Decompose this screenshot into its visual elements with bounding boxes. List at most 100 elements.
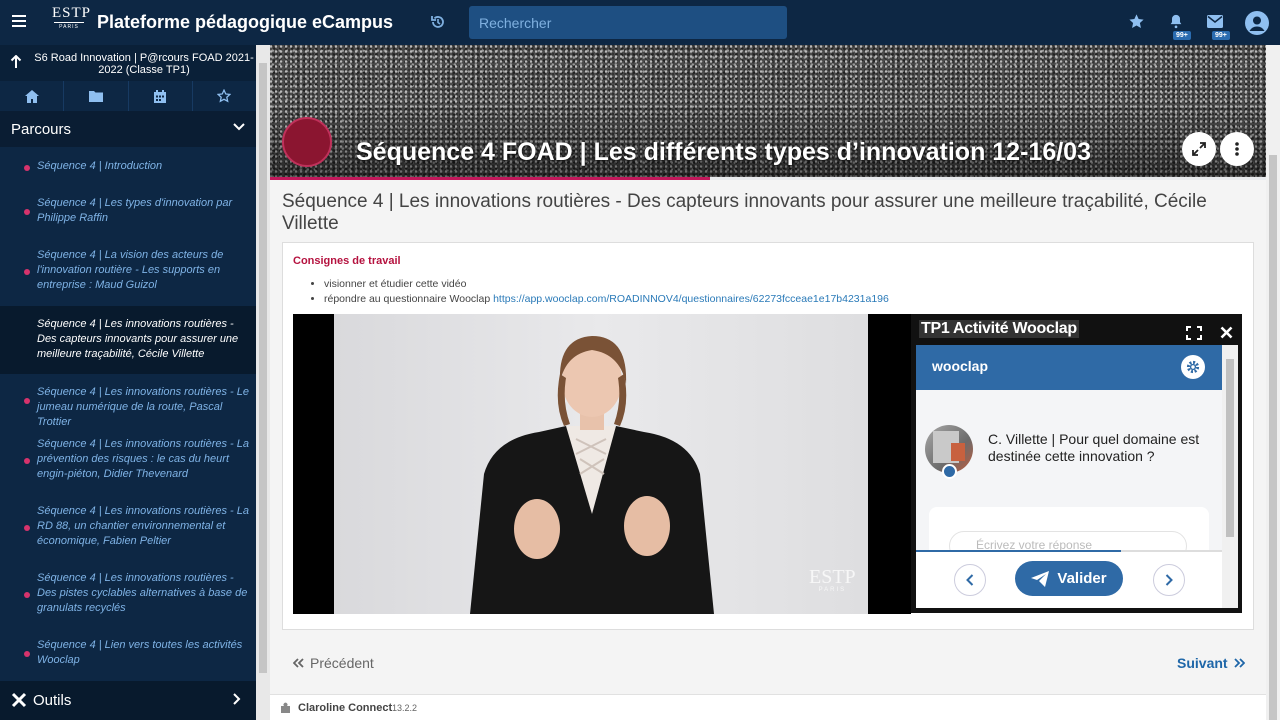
instruction-text: visionner et étudier cette vidéo xyxy=(324,278,467,290)
next-link[interactable]: Suivant xyxy=(1177,655,1245,671)
wooclap-header: wooclap xyxy=(916,345,1222,390)
sidebar-item-label: Séquence 4 | La vision des acteurs de l'… xyxy=(37,249,224,291)
sidebar-item-capteurs-innovants[interactable]: Séquence 4 | Les innovations routières -… xyxy=(0,306,256,374)
banner-title: Séquence 4 FOAD | Les différents types d… xyxy=(356,138,1091,166)
expand-icon[interactable] xyxy=(1186,326,1202,340)
messages-envelope-icon[interactable] xyxy=(1207,15,1223,28)
resource-title: Séquence 4 | Les innovations routières -… xyxy=(282,191,1207,234)
footer-brand[interactable]: Claroline Connect xyxy=(298,702,392,714)
wooclap-panel-title: TP1 Activité Wooclap xyxy=(919,320,1079,338)
next-question-button[interactable] xyxy=(1153,564,1185,596)
fullscreen-button[interactable] xyxy=(1182,132,1216,166)
sequence-list: Séquence 4 | Introduction Séquence 4 | L… xyxy=(0,147,256,681)
footer: Claroline Connect 13.2.2 xyxy=(270,694,1266,720)
sidebar-item-vision-acteurs[interactable]: Séquence 4 | La vision des acteurs de l'… xyxy=(0,238,256,306)
sidebar-item-label: Séquence 4 | Les innovations routières -… xyxy=(37,386,249,428)
submit-label: Valider xyxy=(1057,570,1107,587)
settings-gear-icon[interactable] xyxy=(1181,355,1205,379)
sidebar-item-types-innovation[interactable]: Séquence 4 | Les types d'innovation par … xyxy=(0,186,256,238)
bullet-dot-icon xyxy=(24,592,30,598)
sidebar-item-label: Séquence 4 | Introduction xyxy=(37,160,163,172)
logo-subtext: PARIS xyxy=(59,24,79,30)
sidebar: S6 Road Innovation | P@rcours FOAD 2021-… xyxy=(0,45,256,720)
user-avatar-icon[interactable] xyxy=(1245,11,1269,35)
wooclap-questionnaire-link[interactable]: https://app.wooclap.com/ROADINNOV4/quest… xyxy=(493,293,889,305)
bullet-dot-icon xyxy=(24,209,30,215)
tools-icon xyxy=(11,692,27,708)
course-header: S6 Road Innovation | P@rcours FOAD 2021-… xyxy=(0,45,256,81)
bullet-dot-icon xyxy=(24,165,30,171)
section-banner: Séquence 4 FOAD | Les différents types d… xyxy=(270,45,1266,177)
sidebar-item-rd88[interactable]: Séquence 4 | Les innovations routières -… xyxy=(0,494,256,561)
double-chevron-left-icon xyxy=(293,658,304,668)
menu-icon[interactable] xyxy=(10,12,28,30)
wooclap-logo: wooclap xyxy=(932,358,989,374)
instruction-item: répondre au questionnaire Wooclap https:… xyxy=(324,292,889,307)
next-label: Suivant xyxy=(1177,655,1228,671)
close-icon[interactable] xyxy=(1220,326,1233,339)
bullet-dot-icon xyxy=(24,458,30,464)
app-title[interactable]: Plateforme pédagogique eCampus xyxy=(97,12,393,33)
wooclap-scrollbar[interactable] xyxy=(1222,345,1238,608)
sidebar-item-label: Séquence 4 | Les types d'innovation par … xyxy=(37,197,233,224)
expand-image-icon[interactable] xyxy=(942,464,957,479)
instructions-heading: Consignes de travail xyxy=(293,255,401,267)
main-scrollbar[interactable] xyxy=(1266,45,1280,720)
sidebar-item-label: Séquence 4 | Les innovations routières -… xyxy=(37,438,249,480)
bullet-dot-icon xyxy=(24,651,30,657)
puzzle-icon xyxy=(280,702,291,714)
video-frame xyxy=(334,314,868,614)
bullet-dot-icon xyxy=(24,398,30,404)
submit-button[interactable]: Valider xyxy=(1015,561,1123,596)
send-icon xyxy=(1031,570,1050,587)
instruction-text: répondre au questionnaire Wooclap xyxy=(324,293,494,305)
tools-title: Outils xyxy=(33,692,72,709)
calendar-icon[interactable] xyxy=(129,81,193,111)
parcours-section-header[interactable]: Parcours xyxy=(0,111,256,147)
previous-link[interactable]: Précédent xyxy=(293,655,374,671)
sidebar-item-label: Séquence 4 | Les innovations routières -… xyxy=(37,572,248,614)
sidebar-item-prevention-risques[interactable]: Séquence 4 | Les innovations routières -… xyxy=(0,427,256,494)
section-emblem xyxy=(282,117,332,167)
instruction-item: visionner et étudier cette vidéo xyxy=(324,277,889,292)
sidebar-scrollbar[interactable] xyxy=(256,45,270,720)
sidebar-item-wooclap-links[interactable]: Séquence 4 | Lien vers toutes les activi… xyxy=(0,628,256,681)
previous-label: Précédent xyxy=(310,655,374,671)
more-options-button[interactable] xyxy=(1220,132,1254,166)
tools-section-header[interactable]: Outils xyxy=(0,681,256,720)
sidebar-toolbar xyxy=(0,81,256,111)
arrow-up-icon[interactable] xyxy=(10,55,22,69)
double-chevron-right-icon xyxy=(1233,658,1245,668)
video-player[interactable]: ESTP PARIS xyxy=(293,314,911,614)
chevron-down-icon xyxy=(233,123,245,131)
bullet-dot-icon xyxy=(24,269,30,275)
course-name[interactable]: S6 Road Innovation | P@rcours FOAD 2021-… xyxy=(34,52,254,76)
star-outline-icon[interactable] xyxy=(193,81,256,111)
wooclap-footer: Valider xyxy=(916,552,1222,608)
logo-text: ESTP xyxy=(52,5,92,21)
messages-badge: 99+ xyxy=(1212,31,1230,40)
sidebar-item-pistes-cyclables[interactable]: Séquence 4 | Les innovations routières -… xyxy=(0,561,256,628)
folder-icon[interactable] xyxy=(64,81,129,111)
parcours-title: Parcours xyxy=(11,121,72,138)
sidebar-item-introduction[interactable]: Séquence 4 | Introduction xyxy=(0,147,256,186)
video-watermark: ESTP PARIS xyxy=(809,567,856,593)
history-icon[interactable] xyxy=(430,14,446,30)
sidebar-item-jumeau-numerique[interactable]: Séquence 4 | Les innovations routières -… xyxy=(0,374,256,428)
previous-question-button[interactable] xyxy=(954,564,986,596)
search-input[interactable] xyxy=(469,6,787,39)
notifications-badge: 99+ xyxy=(1173,31,1191,40)
wooclap-frame: wooclap C. Villette | Pour quel domaine … xyxy=(916,345,1238,608)
favorites-star-icon[interactable] xyxy=(1128,13,1145,30)
question-text: C. Villette | Pour quel domaine est dest… xyxy=(988,431,1200,464)
footer-version: 13.2.2 xyxy=(392,703,418,713)
presenter-image xyxy=(470,336,714,614)
home-icon[interactable] xyxy=(0,81,65,111)
sidebar-item-label: Séquence 4 | Les innovations routières -… xyxy=(37,505,249,547)
estp-logo[interactable]: ESTP PARIS xyxy=(52,5,92,39)
video-watermark-text: ESTP xyxy=(809,566,856,588)
top-bar: ESTP PARIS Plateforme pédagogique eCampu… xyxy=(0,0,1280,45)
banner-accent-bar xyxy=(270,177,710,180)
bullet-dot-icon xyxy=(24,525,30,531)
notifications-bell-icon[interactable] xyxy=(1168,13,1184,30)
